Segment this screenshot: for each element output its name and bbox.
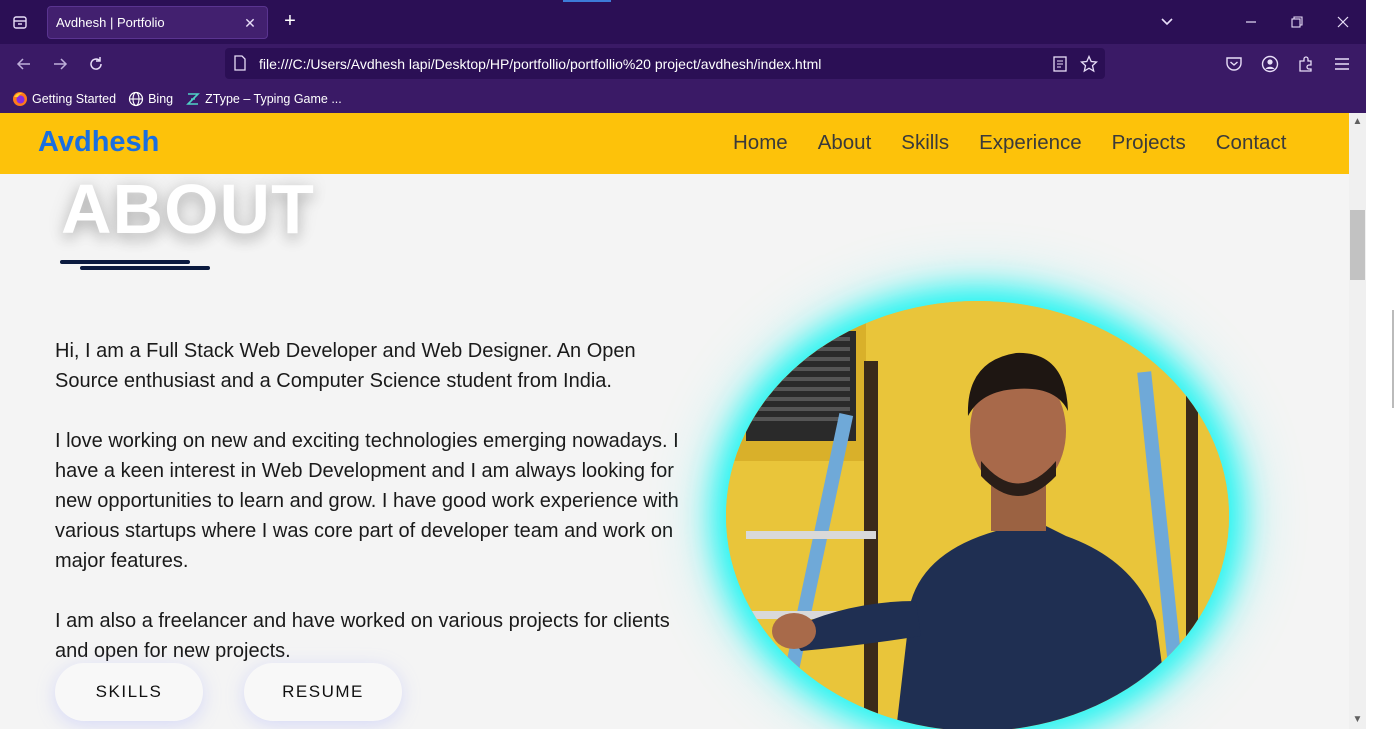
bookmarks-bar: Getting Started Bing ZType – Typing Game… bbox=[0, 84, 1366, 113]
nav-skills[interactable]: Skills bbox=[901, 131, 949, 155]
page-scrollbar[interactable]: ▲ ▼ bbox=[1349, 113, 1366, 729]
nav-experience[interactable]: Experience bbox=[979, 131, 1082, 155]
bookmark-ztype[interactable]: ZType – Typing Game ... bbox=[185, 91, 342, 107]
about-paragraph: I am also a freelancer and have worked o… bbox=[55, 610, 670, 662]
page-viewport: Avdhesh Home About Skills Experience Pro… bbox=[0, 113, 1349, 729]
extensions-icon[interactable] bbox=[1294, 52, 1318, 76]
profile-photo-illustration bbox=[726, 301, 1229, 729]
bookmark-label: Bing bbox=[148, 91, 174, 106]
bookmark-bing[interactable]: Bing bbox=[128, 91, 173, 107]
title-underline bbox=[60, 260, 190, 264]
site-nav: Home About Skills Experience Projects Co… bbox=[733, 131, 1286, 155]
close-window-icon[interactable] bbox=[1331, 10, 1355, 34]
skills-button[interactable]: SKILLS bbox=[55, 663, 203, 721]
page-icon bbox=[233, 55, 249, 71]
restore-icon[interactable] bbox=[1285, 10, 1309, 34]
firefox-icon bbox=[12, 91, 28, 107]
bookmark-label: Getting Started bbox=[32, 91, 117, 106]
browser-chrome: Avdhesh | Portfolio ✕ + file:///C:/Users… bbox=[0, 0, 1366, 113]
section-title: ABOUT bbox=[61, 170, 315, 248]
tab-overflow-chevron-icon[interactable] bbox=[1155, 10, 1179, 34]
tab-portfolio[interactable]: Avdhesh | Portfolio ✕ bbox=[47, 6, 268, 39]
nav-projects[interactable]: Projects bbox=[1112, 131, 1186, 155]
ztype-icon bbox=[185, 91, 201, 107]
nav-toolbar: file:///C:/Users/Avdhesh lapi/Desktop/HP… bbox=[0, 44, 1366, 84]
site-header: Avdhesh Home About Skills Experience Pro… bbox=[0, 113, 1349, 174]
menu-hamburger-icon[interactable] bbox=[1330, 52, 1354, 76]
url-text[interactable]: file:///C:/Users/Avdhesh lapi/Desktop/HP… bbox=[259, 56, 821, 72]
about-text: Hi, I am a Full Stack Web Developer and … bbox=[55, 336, 695, 696]
bookmark-star-icon[interactable] bbox=[1079, 54, 1099, 74]
tab-list-icon[interactable] bbox=[8, 10, 32, 34]
reload-icon[interactable] bbox=[84, 52, 108, 76]
about-paragraph: Hi, I am a Full Stack Web Developer and … bbox=[55, 340, 636, 392]
nav-about[interactable]: About bbox=[818, 131, 872, 155]
resume-button[interactable]: RESUME bbox=[244, 663, 402, 721]
title-underline bbox=[80, 266, 210, 270]
tab-indicator bbox=[563, 0, 611, 2]
minimize-icon[interactable] bbox=[1239, 10, 1263, 34]
profile-photo bbox=[726, 301, 1229, 729]
tab-title: Avdhesh | Portfolio bbox=[56, 15, 165, 30]
pocket-icon[interactable] bbox=[1222, 52, 1246, 76]
scroll-down-arrow-icon[interactable]: ▼ bbox=[1352, 714, 1363, 725]
nav-home[interactable]: Home bbox=[733, 131, 788, 155]
new-tab-icon[interactable]: + bbox=[280, 11, 300, 31]
url-bar[interactable]: file:///C:/Users/Avdhesh lapi/Desktop/HP… bbox=[225, 48, 1105, 79]
edge-marker bbox=[1392, 310, 1394, 408]
site-logo[interactable]: Avdhesh bbox=[38, 126, 159, 159]
forward-icon[interactable] bbox=[48, 52, 72, 76]
back-icon[interactable] bbox=[12, 52, 36, 76]
account-icon[interactable] bbox=[1258, 52, 1282, 76]
scroll-up-arrow-icon[interactable]: ▲ bbox=[1352, 116, 1363, 127]
reader-view-icon[interactable] bbox=[1050, 54, 1070, 74]
about-paragraph: I love working on new and exciting techn… bbox=[55, 430, 679, 572]
nav-contact[interactable]: Contact bbox=[1216, 131, 1287, 155]
tab-bar: Avdhesh | Portfolio ✕ + bbox=[0, 0, 1366, 44]
bookmark-label: ZType – Typing Game ... bbox=[205, 91, 342, 106]
scroll-thumb[interactable] bbox=[1350, 210, 1365, 280]
bookmark-getting-started[interactable]: Getting Started bbox=[12, 91, 116, 107]
globe-icon bbox=[128, 91, 144, 107]
window-edge bbox=[1366, 0, 1397, 729]
close-tab-icon[interactable]: ✕ bbox=[241, 14, 259, 32]
